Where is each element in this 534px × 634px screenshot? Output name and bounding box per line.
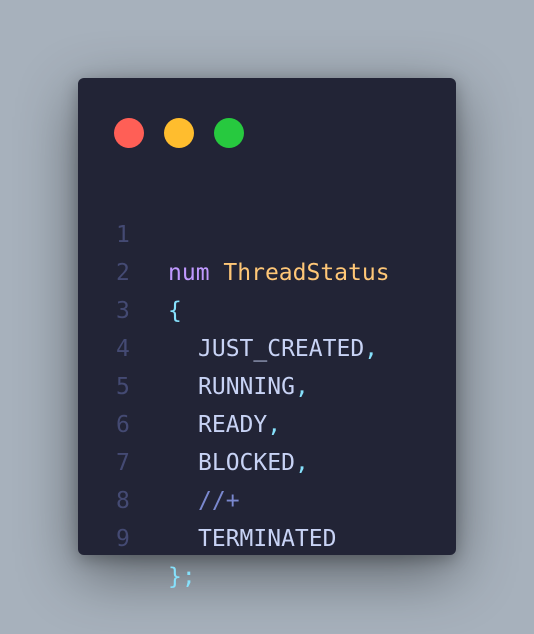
code-text: }; [168,558,196,596]
closing-brace-token: }; [168,564,196,590]
code-window: 1 num ThreadStatus 2 { 3 JUST_CREATED, 4… [78,78,456,590]
line-number: 9 [116,526,130,552]
code-line-7: 7 //+ [78,406,456,514]
zoom-button[interactable] [214,118,244,148]
code-line-1: 1 num ThreadStatus [78,178,456,286]
code-block: 1 num ThreadStatus 2 { 3 JUST_CREATED, 4… [78,178,456,590]
close-button[interactable] [114,118,144,148]
code-line-9: 9 }; [78,482,456,590]
code-line-5: 5 READY, [78,330,456,438]
code-line-3: 3 JUST_CREATED, [78,254,456,362]
minimize-button[interactable] [164,118,194,148]
code-text: TERMINATED [168,520,336,558]
enum-member-token: TERMINATED [198,526,337,552]
code-line-6: 6 BLOCKED, [78,368,456,476]
code-line-4: 4 RUNNING, [78,292,456,400]
code-line-2: 2 { [78,216,456,324]
code-line-8: 8 TERMINATED [78,444,456,552]
